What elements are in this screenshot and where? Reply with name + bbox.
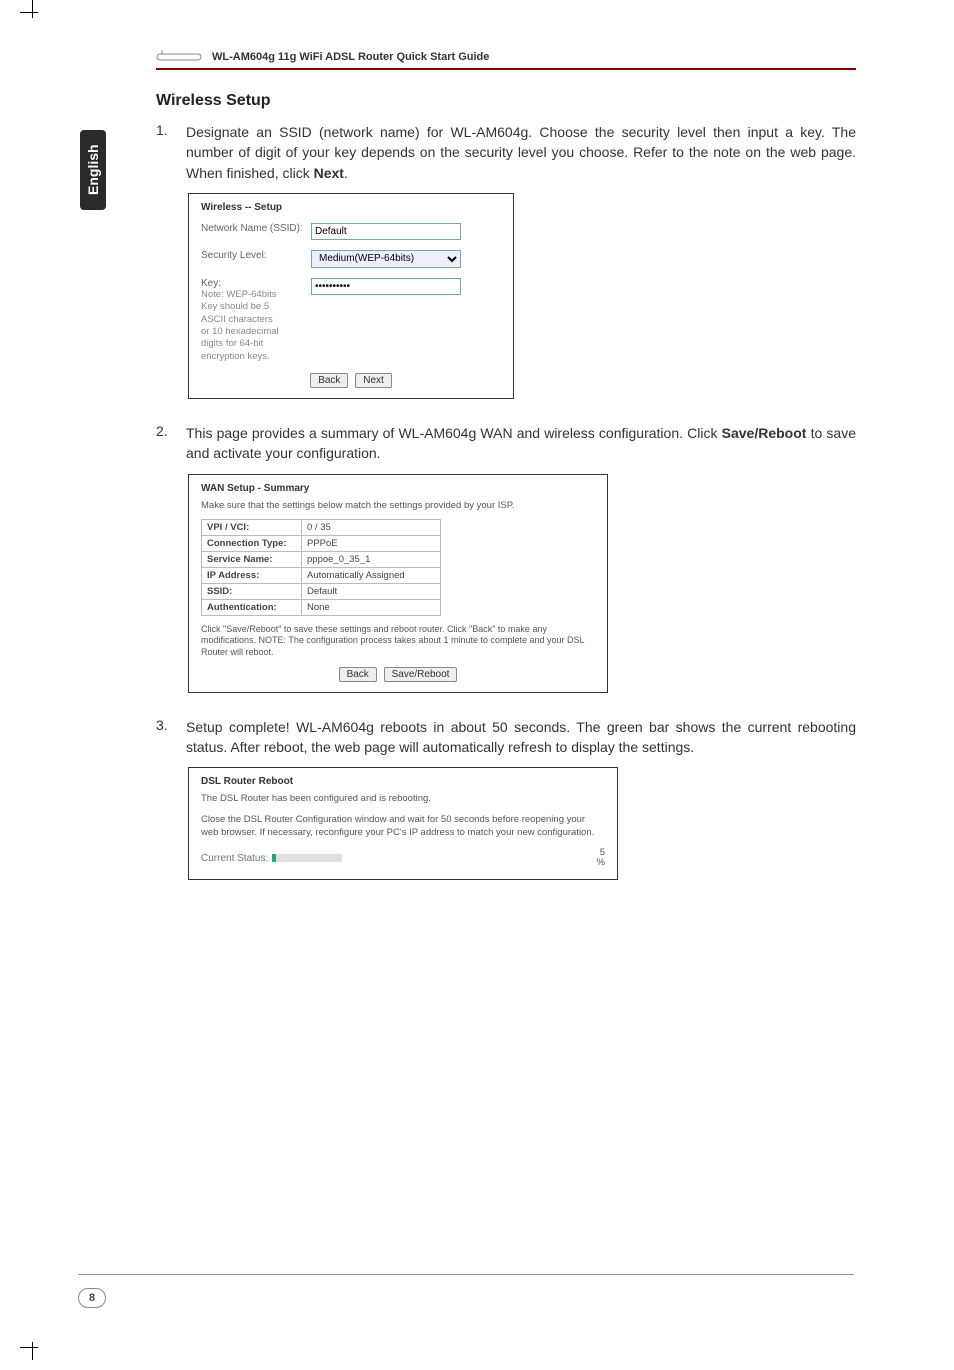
status-label: Current Status: bbox=[201, 853, 268, 864]
footer-rule bbox=[78, 1274, 854, 1275]
save-reboot-button[interactable]: Save/Reboot bbox=[384, 667, 458, 682]
cell-val: Default bbox=[302, 583, 441, 599]
doc-header: WL-AM604g 11g WiFi ADSL Router Quick Sta… bbox=[156, 50, 856, 64]
back-button[interactable]: Back bbox=[339, 667, 377, 682]
fig3-title: DSL Router Reboot bbox=[201, 776, 605, 787]
label-ssid: Network Name (SSID): bbox=[201, 223, 311, 234]
figure-wan-summary: WAN Setup - Summary Make sure that the s… bbox=[188, 474, 608, 693]
table-row: Authentication:None bbox=[202, 599, 441, 615]
progress-percent: 5 % bbox=[597, 848, 605, 869]
cell-key: VPI / VCI: bbox=[202, 519, 302, 535]
table-row: Service Name:pppoe_0_35_1 bbox=[202, 551, 441, 567]
step-text-a: Designate an SSID (network name) for WL-… bbox=[186, 124, 856, 181]
cell-val: 0 / 35 bbox=[302, 519, 441, 535]
fig3-p1: The DSL Router has been configured and i… bbox=[201, 793, 605, 806]
cell-val: PPPoE bbox=[302, 535, 441, 551]
fig3-p2: Close the DSL Router Configuration windo… bbox=[201, 814, 605, 840]
cell-key: Authentication: bbox=[202, 599, 302, 615]
cell-val: Automatically Assigned bbox=[302, 567, 441, 583]
table-row: Connection Type:PPPoE bbox=[202, 535, 441, 551]
fig2-note: Click "Save/Reboot" to save these settin… bbox=[201, 624, 595, 659]
fig2-subtitle: Make sure that the settings below match … bbox=[201, 500, 595, 511]
key-input[interactable] bbox=[311, 278, 461, 295]
step-bold: Next bbox=[314, 165, 344, 181]
section-title: Wireless Setup bbox=[156, 92, 856, 110]
figure-wireless-setup: Wireless -- Setup Network Name (SSID): S… bbox=[188, 193, 514, 399]
cell-val: None bbox=[302, 599, 441, 615]
step-text-a: This page provides a summary of WL-AM604… bbox=[186, 425, 722, 441]
step-number: 2. bbox=[156, 423, 174, 464]
next-button[interactable]: Next bbox=[355, 373, 392, 388]
fig1-title: Wireless -- Setup bbox=[201, 202, 501, 213]
router-icon bbox=[156, 50, 202, 64]
cell-key: Connection Type: bbox=[202, 535, 302, 551]
step-text: Setup complete! WL-AM604g reboots in abo… bbox=[186, 717, 856, 758]
table-row: IP Address:Automatically Assigned bbox=[202, 567, 441, 583]
header-rule bbox=[156, 68, 856, 70]
step-bold: Save/Reboot bbox=[722, 425, 807, 441]
back-button[interactable]: Back bbox=[310, 373, 348, 388]
progress-bar bbox=[272, 854, 342, 862]
page-number: 8 bbox=[78, 1288, 106, 1308]
cell-key: IP Address: bbox=[202, 567, 302, 583]
pct-symbol: % bbox=[597, 857, 605, 868]
key-note: Note: WEP-64bits Key should be 5 ASCII c… bbox=[201, 289, 281, 363]
crop-mark bbox=[20, 0, 50, 30]
page-body: WL-AM604g 11g WiFi ADSL Router Quick Sta… bbox=[156, 50, 856, 904]
doc-title: WL-AM604g 11g WiFi ADSL Router Quick Sta… bbox=[212, 51, 489, 63]
security-select[interactable]: Medium(WEP-64bits) bbox=[311, 250, 461, 268]
step-3: 3. Setup complete! WL-AM604g reboots in … bbox=[156, 717, 856, 758]
cell-val: pppoe_0_35_1 bbox=[302, 551, 441, 567]
language-tab: English bbox=[80, 130, 106, 210]
summary-table: VPI / VCI:0 / 35 Connection Type:PPPoE S… bbox=[201, 519, 441, 616]
pct-number: 5 bbox=[600, 847, 605, 858]
step-number: 3. bbox=[156, 717, 174, 758]
cell-key: Service Name: bbox=[202, 551, 302, 567]
step-number: 1. bbox=[156, 122, 174, 183]
step-text-b: . bbox=[344, 165, 348, 181]
fig2-title: WAN Setup - Summary bbox=[201, 483, 595, 494]
progress-fill bbox=[272, 854, 276, 862]
step-2: 2. This page provides a summary of WL-AM… bbox=[156, 423, 856, 464]
cell-key: SSID: bbox=[202, 583, 302, 599]
step-text: Designate an SSID (network name) for WL-… bbox=[186, 122, 856, 183]
label-security: Security Level: bbox=[201, 250, 311, 261]
crop-mark bbox=[20, 1330, 50, 1360]
table-row: VPI / VCI:0 / 35 bbox=[202, 519, 441, 535]
step-1: 1. Designate an SSID (network name) for … bbox=[156, 122, 856, 183]
figure-reboot: DSL Router Reboot The DSL Router has bee… bbox=[188, 767, 618, 879]
ssid-input[interactable] bbox=[311, 223, 461, 240]
label-key: Key: bbox=[201, 278, 311, 289]
table-row: SSID:Default bbox=[202, 583, 441, 599]
step-text: This page provides a summary of WL-AM604… bbox=[186, 423, 856, 464]
